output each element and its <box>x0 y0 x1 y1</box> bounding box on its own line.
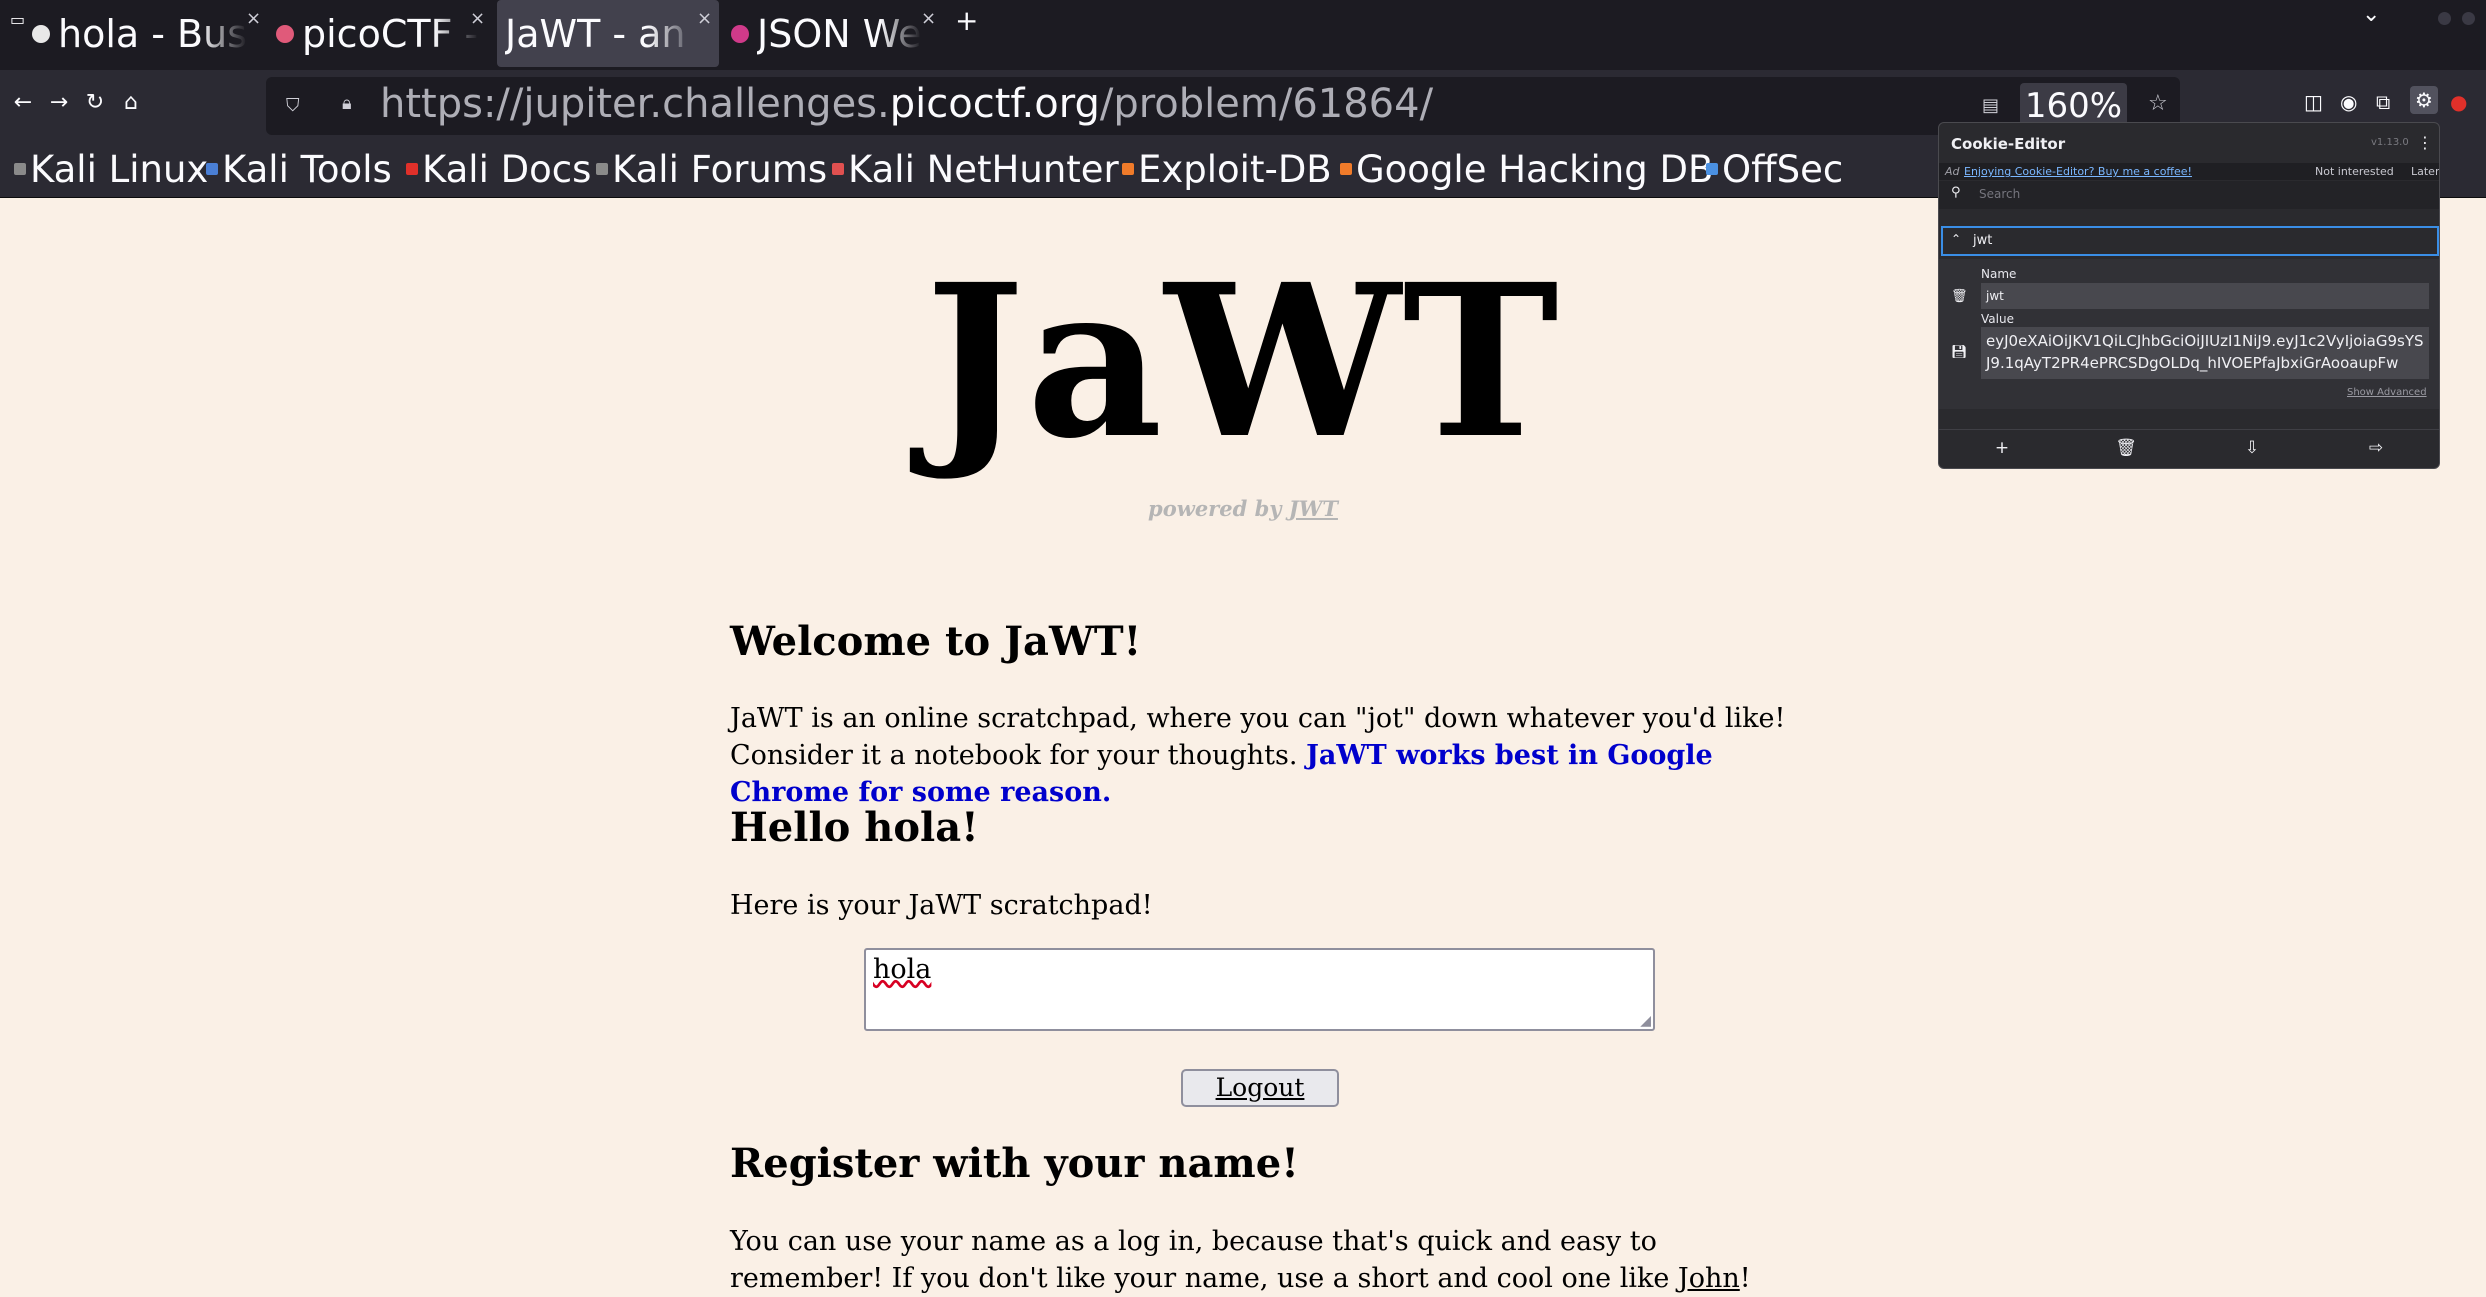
cookie-editor-footer: + 🗑︎ ⇩ ⇨ <box>1939 429 2439 468</box>
save-cookie-icon[interactable]: 💾︎ <box>1951 345 1968 360</box>
tab-favicon-icon <box>276 24 294 43</box>
powered-by: powered by JWT <box>0 496 2486 521</box>
cookie-editor-popup: Cookie-Editor v1.13.0 ⋮ Ad Enjoying Cook… <box>1938 122 2440 469</box>
pocket-icon[interactable]: ◫ <box>2304 90 2323 114</box>
offsec-icon <box>1706 163 1718 175</box>
tab-json-web[interactable]: JSON We × <box>731 0 941 67</box>
scratchpad-value: hola <box>873 954 932 985</box>
cookie-editor-version: v1.13.0 <box>2371 137 2409 148</box>
ghdb-icon <box>1340 163 1352 175</box>
list-all-tabs-button[interactable]: ⌄ <box>2362 2 2380 27</box>
ad-tag: Ad <box>1945 165 1960 178</box>
cookie-editor-extension-icon[interactable]: ⚙ <box>2410 86 2438 114</box>
lock-icon[interactable]: 🔒︎ <box>342 93 352 114</box>
url-bar[interactable]: ⛉ 🔒︎ https://jupiter.challenges.picoctf.… <box>266 77 2180 135</box>
logout-button[interactable]: Logout <box>1181 1069 1339 1107</box>
url-host: picoctf.org <box>889 81 1100 127</box>
tab-jawt[interactable]: JaWT - an o × <box>497 0 719 67</box>
cookie-value-field[interactable]: eyJ0eXAiOiJKV1QiLCJhbGciOiJIUzI1NiJ9.eyJ… <box>1981 327 2429 379</box>
url-text[interactable]: https://jupiter.challenges.picoctf.org/p… <box>380 81 1433 127</box>
cookie-name: jwt <box>1973 233 1993 248</box>
tab-favicon-icon <box>32 24 50 43</box>
show-advanced-link[interactable]: Show Advanced <box>2347 387 2427 398</box>
name-label: Name <box>1981 267 2017 281</box>
register-example: John <box>1677 1263 1740 1294</box>
account-icon[interactable]: ◉ <box>2340 90 2357 114</box>
url-prefix: https://jupiter.challenges. <box>380 81 890 127</box>
later-button[interactable]: Later <box>2411 163 2439 180</box>
export-icon[interactable]: ⇨ <box>2361 438 2391 458</box>
jwt-link[interactable]: JWT <box>1289 496 1338 521</box>
bookmark-offsec[interactable]: OffSec <box>1706 144 1843 194</box>
delete-cookie-icon[interactable]: 🗑︎ <box>1951 289 1968 304</box>
reader-view-icon[interactable]: ▤ <box>1982 95 1999 116</box>
bookmark-kali-docs[interactable]: Kali Docs <box>406 144 591 194</box>
extension-badge-icon[interactable]: ● <box>2450 90 2467 114</box>
extensions-icon[interactable]: ⧉ <box>2376 90 2390 114</box>
cookie-name-field[interactable]: jwt <box>1981 283 2429 309</box>
window-minimize-button[interactable] <box>2438 12 2451 25</box>
kali-dragon-icon <box>14 163 26 175</box>
window-close-button[interactable] <box>2462 12 2475 25</box>
kali-dragon-icon <box>596 163 608 175</box>
register-end: ! <box>1739 1263 1751 1294</box>
add-cookie-icon[interactable]: + <box>1987 438 2017 458</box>
import-icon[interactable]: ⇩ <box>2237 438 2267 458</box>
ad-link[interactable]: Enjoying Cookie-Editor? Buy me a coffee! <box>1964 163 2192 180</box>
exploit-db-icon <box>1122 163 1134 175</box>
scratchpad-textarea[interactable]: hola ◢ <box>864 948 1655 1031</box>
powered-by-text: powered by <box>1148 496 1289 521</box>
welcome-paragraph: JaWT is an online scratchpad, where you … <box>730 700 1800 811</box>
cookie-row-jwt[interactable]: ⌃ jwt <box>1941 226 2439 256</box>
url-path: /problem/61864/ <box>1099 81 1434 127</box>
resize-grip-icon[interactable]: ◢ <box>1640 1013 1651 1029</box>
bookmark-kali-forums[interactable]: Kali Forums <box>596 144 827 194</box>
bookmark-kali-tools[interactable]: Kali Tools <box>206 144 392 194</box>
tab-favicon-icon <box>731 24 749 43</box>
cookie-search[interactable]: ⚲ Search <box>1939 181 2439 209</box>
bookmark-kali-nethunter[interactable]: Kali NetHunter <box>832 144 1119 194</box>
welcome-heading: Welcome to JaWT! <box>730 618 1142 665</box>
bookmark-google-hacking-db[interactable]: Google Hacking DB <box>1340 144 1713 194</box>
delete-all-icon[interactable]: 🗑︎ <box>2111 438 2141 458</box>
new-tab-button[interactable]: + <box>955 4 978 37</box>
firefox-view-icon[interactable]: ▭ <box>10 10 25 29</box>
back-arrow-icon[interactable]: ← <box>8 90 38 115</box>
forward-arrow-icon[interactable]: → <box>44 90 74 115</box>
ad-banner: Ad Enjoying Cookie-Editor? Buy me a coff… <box>1939 163 2439 180</box>
reload-icon[interactable]: ↻ <box>80 90 110 115</box>
tab-strip: ▭ hola - Bus × picoCTF - × JaWT - an o ×… <box>0 0 2486 70</box>
hello-heading: Hello hola! <box>730 804 979 851</box>
bookmark-star-icon[interactable]: ☆ <box>2148 91 2168 116</box>
tab-title: JSON We <box>757 11 922 56</box>
chevron-up-icon[interactable]: ⌃ <box>1951 232 1961 246</box>
nethunter-icon <box>832 163 844 175</box>
tab-hola[interactable]: hola - Bus × <box>32 0 272 67</box>
tab-title: hola - Bus <box>58 11 247 56</box>
tab-close-icon[interactable]: × <box>470 8 485 29</box>
kebab-menu-icon[interactable]: ⋮ <box>2417 133 2433 152</box>
bookmark-exploit-db[interactable]: Exploit-DB <box>1122 144 1332 194</box>
tab-picoctf[interactable]: picoCTF - × <box>276 0 490 67</box>
tab-close-icon[interactable]: × <box>921 8 936 29</box>
cookie-editor-title: Cookie-Editor <box>1951 135 2066 153</box>
not-interested-button[interactable]: Not interested <box>2315 163 2394 180</box>
register-heading: Register with your name! <box>730 1140 1299 1187</box>
value-label: Value <box>1981 312 2014 326</box>
register-paragraph: You can use your name as a log in, becau… <box>730 1223 1800 1297</box>
home-icon[interactable]: ⌂ <box>116 90 146 115</box>
bookmark-kali-linux[interactable]: Kali Linux <box>14 144 208 194</box>
scratchpad-intro: Here is your JaWT scratchpad! <box>730 890 1153 921</box>
kali-tools-icon <box>206 163 218 175</box>
tab-close-icon[interactable]: × <box>246 8 261 29</box>
tab-close-icon[interactable]: × <box>697 8 712 29</box>
cookie-details: Name 🗑︎ jwt Value 💾︎ eyJ0eXAiOiJKV1QiLCJ… <box>1939 259 2439 409</box>
kali-docs-icon <box>406 163 418 175</box>
tab-title: picoCTF - <box>302 11 479 56</box>
search-icon: ⚲ <box>1951 185 1961 200</box>
tracking-protection-shield-icon[interactable]: ⛉ <box>286 95 300 116</box>
tab-title: JaWT - an o <box>505 11 695 56</box>
search-input[interactable]: Search <box>1979 187 2020 201</box>
register-text: You can use your name as a log in, becau… <box>730 1226 1678 1294</box>
